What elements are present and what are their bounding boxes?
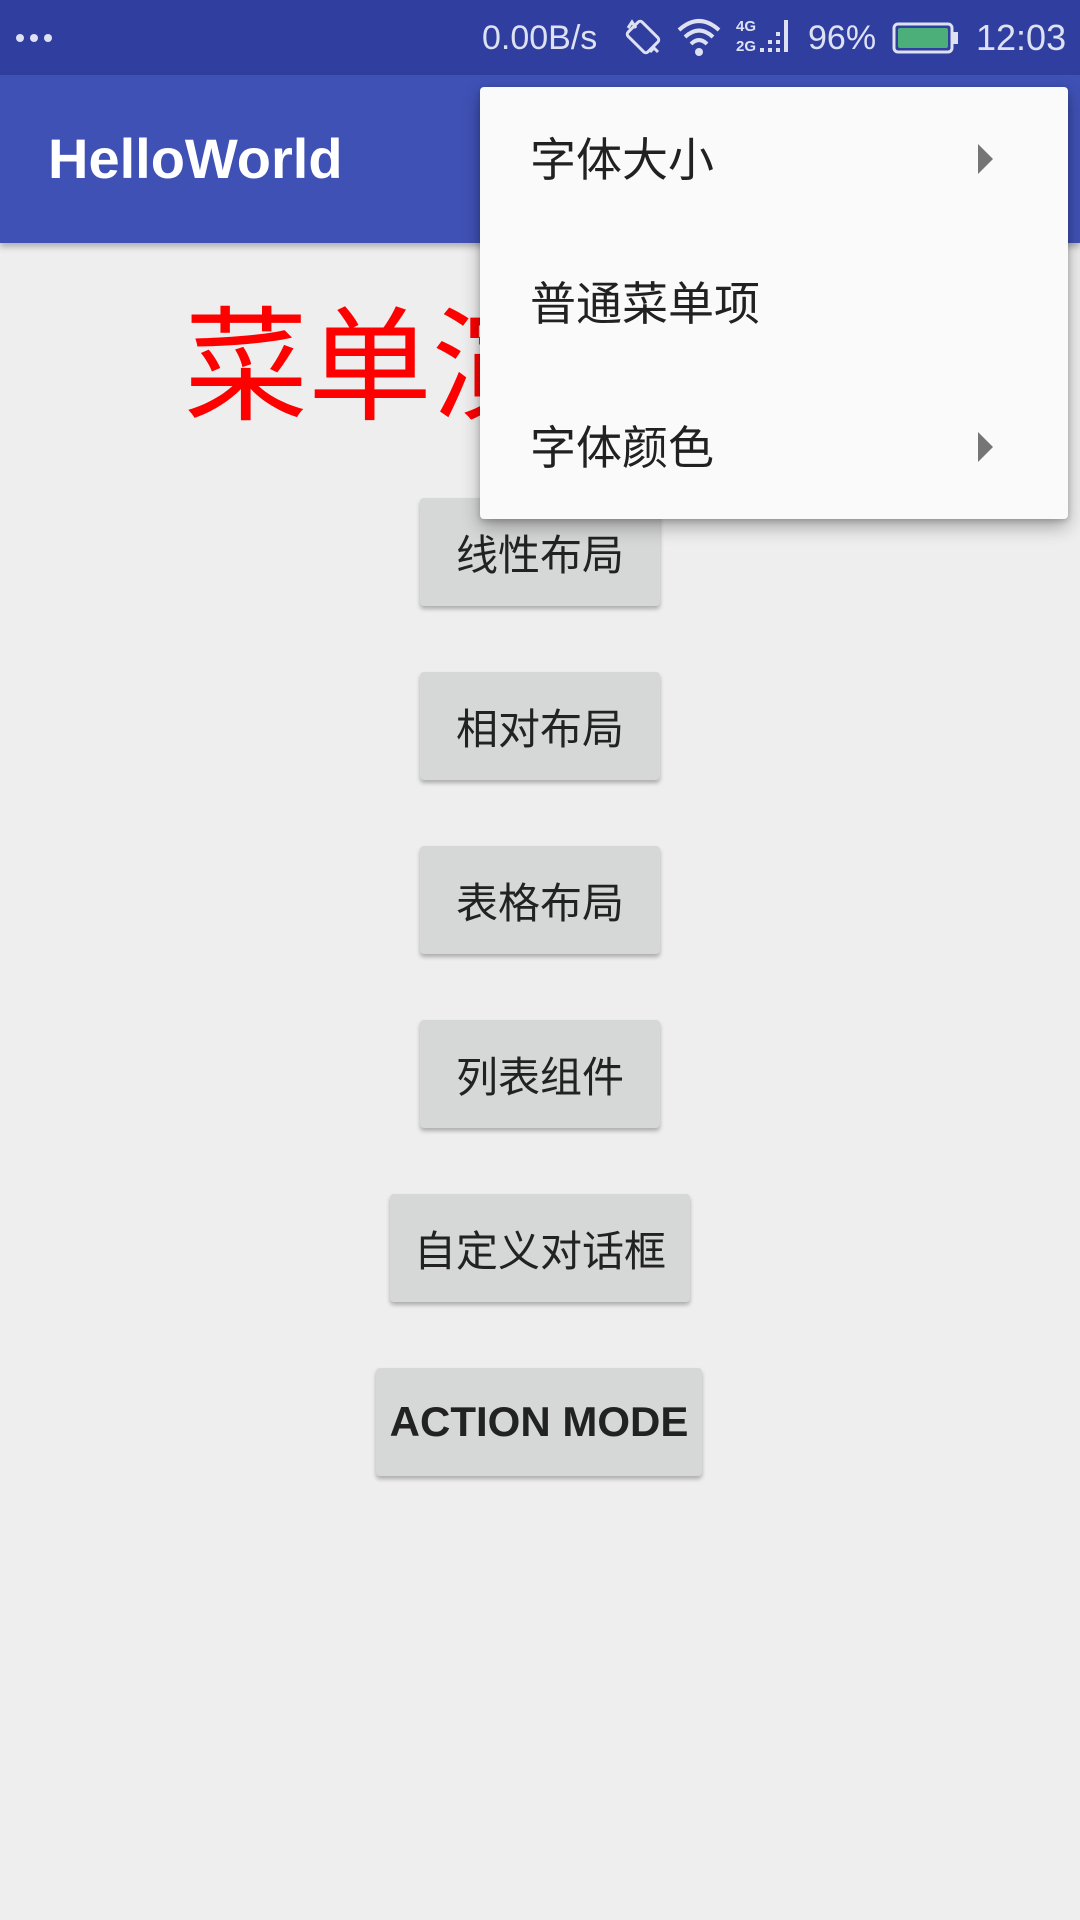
more-dots-icon [16, 34, 58, 42]
network-speed: 0.00B/s [482, 19, 598, 57]
cellular-signal-icon: 4G 2G [736, 18, 794, 58]
signal-label-4g: 4G [736, 18, 757, 35]
submenu-arrow-icon [978, 144, 993, 174]
menu-item-normal[interactable]: 普通菜单项 [480, 231, 1068, 375]
menu-item-label: 字体大小 [530, 133, 714, 187]
action-mode-button[interactable]: ACTION MODE [376, 1368, 702, 1476]
clock: 12:03 [976, 17, 1067, 58]
menu-item-font-color[interactable]: 字体颜色 [480, 375, 1068, 519]
app-title: HelloWorld [48, 127, 343, 190]
list-component-button[interactable]: 列表组件 [420, 1020, 660, 1128]
relative-layout-button[interactable]: 相对布局 [420, 672, 660, 780]
battery-percent: 96% [808, 19, 877, 57]
wifi-icon [677, 19, 721, 56]
rotation-lock-icon [625, 19, 661, 55]
status-bar: 0.00B/s 4G 2G 96% 12:03 [0, 0, 1080, 75]
battery-icon [892, 22, 958, 54]
menu-item-label: 字体颜色 [530, 421, 714, 475]
submenu-arrow-icon [978, 432, 993, 462]
table-layout-button[interactable]: 表格布局 [420, 846, 660, 954]
menu-item-font-size[interactable]: 字体大小 [480, 87, 1068, 231]
menu-item-label: 普通菜单项 [530, 277, 760, 331]
signal-label-2g: 2G [736, 38, 757, 55]
custom-dialog-button[interactable]: 自定义对话框 [390, 1194, 690, 1302]
options-menu: 字体大小 普通菜单项 字体颜色 [480, 87, 1068, 519]
